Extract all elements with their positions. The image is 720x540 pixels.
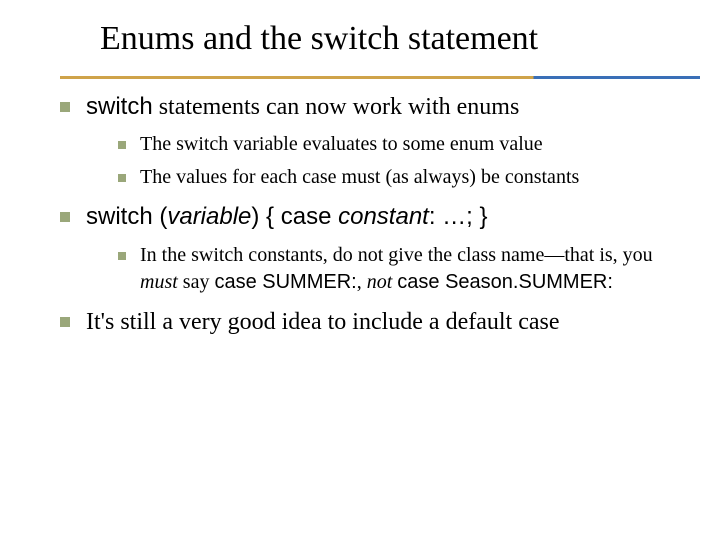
sub1-code-2: case Season.SUMMER:: [397, 271, 613, 293]
slide-title: Enums and the switch statement: [100, 20, 680, 58]
bullet-2-seg-c: : …; }: [429, 203, 488, 230]
sub1-not: not: [367, 271, 393, 293]
bullet-3: It's still a very good idea to include a…: [60, 306, 680, 338]
bullet-1-sub-2: The values for each case must (as always…: [118, 164, 680, 191]
sub1-text-b: say: [178, 271, 215, 293]
sub1-text-a: In the switch constants, do not give the…: [140, 244, 653, 266]
title-underline: [60, 76, 700, 79]
bullet-2-seg-b: ) { case: [251, 203, 338, 230]
bullet-1: switch statements can now work with enum…: [60, 91, 680, 191]
bullet-2: switch (variable) { case constant: …; } …: [60, 201, 680, 295]
bullet-2-sub-1: In the switch constants, do not give the…: [118, 242, 680, 296]
sub1-must: must: [140, 271, 178, 293]
sub1-text-c: ,: [357, 271, 367, 293]
bullet-2-sublist: In the switch constants, do not give the…: [86, 242, 680, 296]
bullet-1-text: statements can now work with enums: [153, 94, 520, 120]
bullet-2-variable: variable: [167, 203, 251, 230]
bullet-1-sub-1: The switch variable evaluates to some en…: [118, 131, 680, 158]
bullet-2-constant: constant: [338, 203, 429, 230]
bullet-1-keyword: switch: [86, 93, 153, 120]
bullet-2-seg-a: switch (: [86, 203, 167, 230]
slide: Enums and the switch statement switch st…: [0, 0, 720, 540]
sub1-code-1: case SUMMER:: [214, 271, 356, 293]
bullet-list: switch statements can now work with enum…: [40, 91, 680, 338]
bullet-1-sublist: The switch variable evaluates to some en…: [86, 131, 680, 191]
